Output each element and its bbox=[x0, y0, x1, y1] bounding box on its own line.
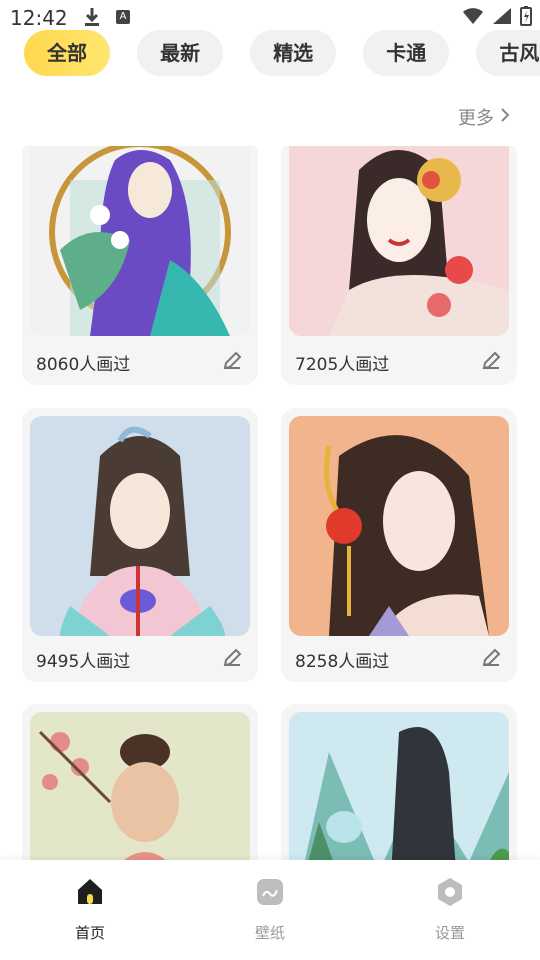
home-icon bbox=[74, 879, 106, 912]
wifi-icon bbox=[462, 7, 484, 29]
chip-ancient-style[interactable]: 古风 bbox=[476, 30, 540, 76]
pencil-icon[interactable] bbox=[481, 351, 501, 375]
chip-featured[interactable]: 精选 bbox=[250, 30, 337, 76]
artwork-grid: 8060人画过 7205人画过 9495人画过 8258人画过 bbox=[0, 146, 540, 860]
category-chips: 全部 最新 精选 卡通 古风 bbox=[24, 30, 540, 78]
chevron-right-icon bbox=[500, 107, 510, 128]
nav-home-label: 首页 bbox=[74, 924, 105, 942]
artwork-thumbnail bbox=[289, 712, 509, 860]
artwork-card[interactable]: 7205人画过 bbox=[281, 146, 517, 385]
artwork-thumbnail bbox=[289, 146, 509, 336]
pencil-icon[interactable] bbox=[481, 648, 501, 672]
draw-count: 8060人画过 bbox=[36, 355, 131, 375]
nav-settings-label: 设置 bbox=[434, 924, 465, 942]
bottom-navigation: 首页 壁纸 设置 bbox=[0, 860, 540, 960]
text-a-icon: A bbox=[116, 10, 130, 24]
artwork-card[interactable]: 9495人画过 bbox=[22, 408, 258, 682]
chip-cartoon[interactable]: 卡通 bbox=[363, 30, 450, 76]
settings-icon bbox=[434, 878, 466, 912]
artwork-thumbnail bbox=[289, 416, 509, 636]
signal-icon bbox=[492, 7, 512, 29]
draw-count: 9495人画过 bbox=[36, 652, 131, 672]
artwork-thumbnail bbox=[30, 146, 250, 336]
chip-all[interactable]: 全部 bbox=[24, 30, 110, 76]
artwork-thumbnail bbox=[30, 416, 250, 636]
pencil-icon[interactable] bbox=[222, 351, 242, 375]
nav-settings[interactable]: 设置 bbox=[400, 876, 500, 943]
more-link[interactable]: 更多 bbox=[458, 104, 510, 130]
nav-wallpaper-label: 壁纸 bbox=[254, 924, 285, 942]
nav-wallpaper[interactable]: 壁纸 bbox=[220, 876, 320, 943]
artwork-card[interactable]: 8060人画过 bbox=[22, 146, 258, 385]
nav-home[interactable]: 首页 bbox=[40, 876, 140, 943]
more-label: 更多 bbox=[458, 108, 494, 129]
artwork-thumbnail bbox=[30, 712, 250, 860]
artwork-card[interactable] bbox=[22, 704, 258, 860]
draw-count: 7205人画过 bbox=[295, 355, 390, 375]
artwork-card[interactable] bbox=[281, 704, 517, 860]
status-time: 12:42 bbox=[10, 6, 68, 30]
chip-latest[interactable]: 最新 bbox=[137, 30, 224, 76]
artwork-card[interactable]: 8258人画过 bbox=[281, 408, 517, 682]
draw-count: 8258人画过 bbox=[295, 652, 390, 672]
wallpaper-icon bbox=[254, 879, 286, 912]
pencil-icon[interactable] bbox=[222, 648, 242, 672]
download-icon bbox=[84, 6, 100, 32]
battery-icon bbox=[520, 6, 532, 30]
